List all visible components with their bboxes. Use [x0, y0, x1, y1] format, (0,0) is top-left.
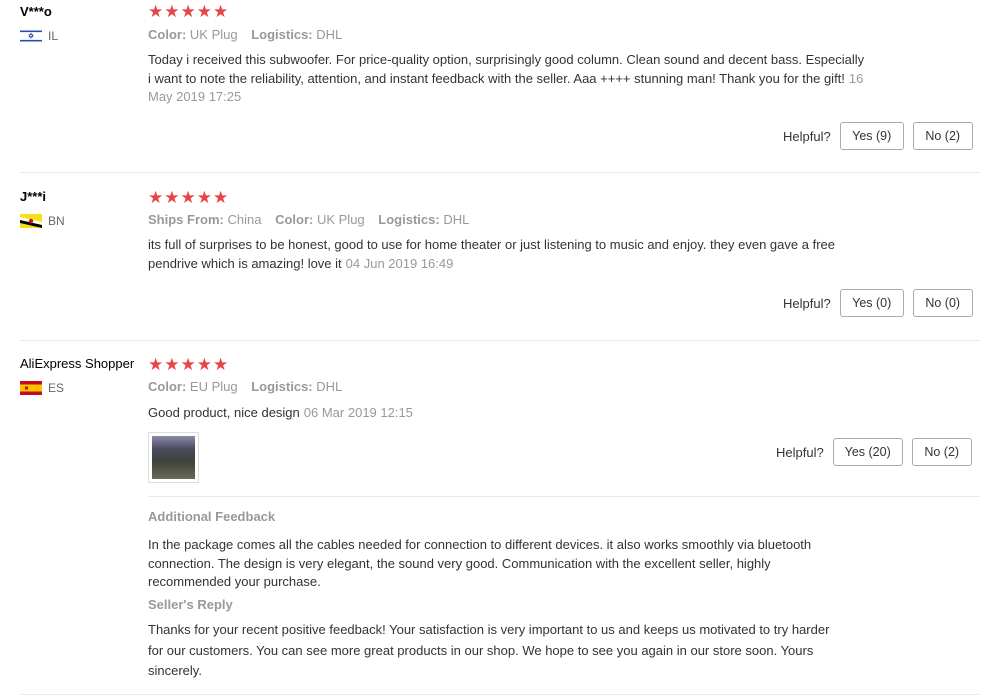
product-attributes: Ships From: China Color: UK Plug Logisti…	[148, 212, 470, 227]
review-text: Today i received this subwoofer. For pri…	[148, 52, 865, 104]
helpful-votes: Helpful? Yes (20) No (2)	[776, 438, 981, 466]
helpful-no-button[interactable]: No (0)	[912, 289, 973, 317]
additional-feedback-text: In the package comes all the cables need…	[148, 537, 812, 589]
helpful-label: Helpful?	[783, 295, 831, 311]
review-date: 04 Jun 2019 16:49	[345, 255, 454, 271]
reviewer-name: V***o	[20, 4, 52, 19]
rating-stars: ★★★★★	[148, 355, 230, 374]
review-divider	[20, 694, 980, 695]
country-code: IL	[48, 29, 59, 43]
spain-flag-icon	[20, 381, 42, 395]
rating-stars: ★★★★★	[148, 188, 230, 207]
attr-color: EU Plug	[189, 379, 238, 394]
additional-feedback-heading: Additional Feedback	[148, 509, 276, 524]
israel-flag-icon	[20, 29, 42, 43]
reviewer-name: AliExpress Shopper	[20, 356, 135, 371]
review-photo-thumbnail[interactable]	[148, 432, 199, 483]
helpful-yes-button[interactable]: Yes (20)	[832, 438, 903, 466]
feedback-divider	[148, 496, 980, 497]
reviewer-name: J***i	[20, 189, 47, 204]
attr-logistics: DHL	[443, 212, 470, 227]
helpful-votes: Helpful? Yes (0) No (0)	[783, 289, 982, 317]
reviewer-country: BN	[20, 214, 65, 228]
rating-stars: ★★★★★	[148, 2, 230, 21]
helpful-label: Helpful?	[776, 444, 824, 460]
country-code: BN	[48, 214, 65, 228]
product-attributes: Color: EU Plug Logistics: DHL	[148, 379, 343, 394]
helpful-no-button[interactable]: No (2)	[912, 122, 973, 150]
review-date: 06 Mar 2019 12:15	[303, 405, 413, 420]
helpful-label: Helpful?	[783, 128, 831, 144]
sellers-reply-heading: Seller's Reply	[148, 597, 233, 612]
reviewer-country: ES	[20, 381, 64, 395]
attr-ships-from: China	[227, 212, 262, 227]
helpful-votes: Helpful? Yes (9) No (2)	[783, 122, 982, 150]
attr-logistics: DHL	[316, 379, 343, 394]
brunei-flag-icon	[20, 214, 42, 228]
sellers-reply-text: Thanks for your recent positive feedback…	[148, 622, 830, 678]
attr-color: UK Plug	[316, 212, 365, 227]
country-code: ES	[48, 381, 65, 395]
product-attributes: Color: UK Plug Logistics: DHL	[148, 27, 343, 42]
attr-color: UK Plug	[189, 27, 238, 42]
review-divider	[20, 340, 980, 341]
review-text: Good product, nice design 06 Mar 2019 12:…	[148, 405, 413, 420]
attr-logistics: DHL	[316, 27, 343, 42]
review-text: its full of surprises to be honest, good…	[148, 237, 835, 271]
review-divider	[20, 172, 980, 173]
helpful-yes-button[interactable]: Yes (9)	[839, 122, 904, 150]
helpful-no-button[interactable]: No (2)	[911, 438, 972, 466]
helpful-yes-button[interactable]: Yes (0)	[839, 289, 904, 317]
reviewer-country: IL	[20, 29, 58, 43]
